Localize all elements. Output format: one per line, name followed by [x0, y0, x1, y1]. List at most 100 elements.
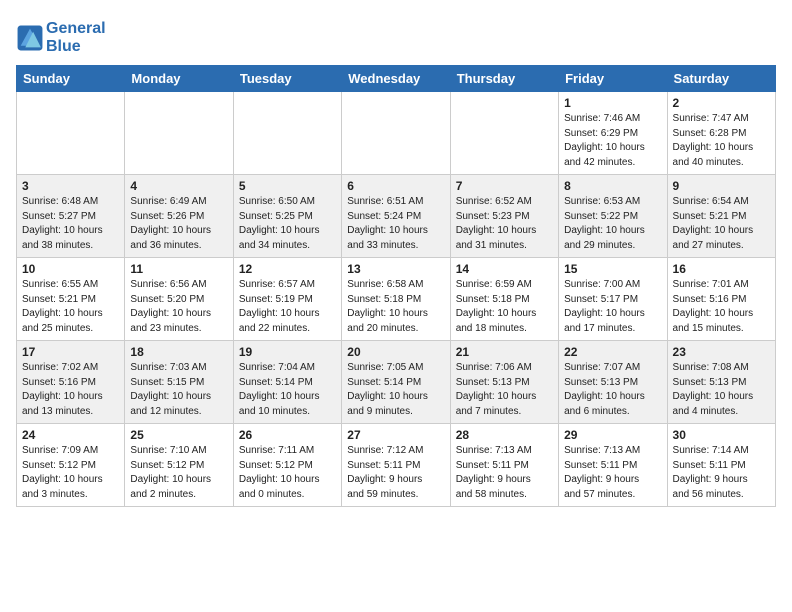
- day-info: Sunrise: 7:10 AM Sunset: 5:12 PM Dayligh…: [130, 444, 227, 502]
- day-info: Sunrise: 6:52 AM Sunset: 5:23 PM Dayligh…: [456, 195, 553, 253]
- day-number: 20: [347, 345, 444, 359]
- calendar-cell: [342, 92, 450, 175]
- calendar-cell: 12 Sunrise: 6:57 AM Sunset: 5:19 PM Dayli…: [233, 258, 341, 341]
- day-info: Sunrise: 7:03 AM Sunset: 5:15 PM Dayligh…: [130, 361, 227, 419]
- calendar-cell: 10 Sunrise: 6:55 AM Sunset: 5:21 PM Dayli…: [17, 258, 125, 341]
- calendar-cell: 29 Sunrise: 7:13 AM Sunset: 5:11 PM Dayli…: [559, 424, 667, 507]
- day-number: 28: [456, 428, 553, 442]
- day-number: 6: [347, 179, 444, 193]
- calendar-cell: 8Sunrise: 6:53 AM Sunset: 5:22 PM Daylig…: [559, 175, 667, 258]
- day-info: Sunrise: 6:56 AM Sunset: 5:20 PM Dayligh…: [130, 278, 227, 336]
- day-number: 30: [673, 428, 770, 442]
- calendar-cell: 2 Sunrise: 7:47 AM Sunset: 6:28 PM Daylig…: [667, 92, 775, 175]
- calendar-header-monday: Monday: [125, 66, 233, 92]
- day-number: 21: [456, 345, 553, 359]
- calendar-cell: 14Sunrise: 6:59 AM Sunset: 5:18 PM Dayli…: [450, 258, 558, 341]
- day-number: 7: [456, 179, 553, 193]
- day-info: Sunrise: 7:00 AM Sunset: 5:17 PM Dayligh…: [564, 278, 661, 336]
- calendar-cell: [125, 92, 233, 175]
- calendar-cell: 11 Sunrise: 6:56 AM Sunset: 5:20 PM Dayli…: [125, 258, 233, 341]
- day-number: 27: [347, 428, 444, 442]
- day-info: Sunrise: 7:47 AM Sunset: 6:28 PM Dayligh…: [673, 112, 770, 170]
- calendar-cell: 24 Sunrise: 7:09 AM Sunset: 5:12 PM Dayli…: [17, 424, 125, 507]
- day-info: Sunrise: 7:08 AM Sunset: 5:13 PM Dayligh…: [673, 361, 770, 419]
- calendar-cell: 1 Sunrise: 7:46 AM Sunset: 6:29 PM Daylig…: [559, 92, 667, 175]
- day-number: 22: [564, 345, 661, 359]
- logo-icon: [16, 24, 44, 52]
- calendar-cell: 4 Sunrise: 6:49 AM Sunset: 5:26 PM Daylig…: [125, 175, 233, 258]
- calendar-cell: 21 Sunrise: 7:06 AM Sunset: 5:13 PM Dayli…: [450, 341, 558, 424]
- calendar-week-4: 17 Sunrise: 7:02 AM Sunset: 5:16 PM Dayli…: [17, 341, 776, 424]
- day-info: Sunrise: 7:11 AM Sunset: 5:12 PM Dayligh…: [239, 444, 336, 502]
- calendar-cell: 30 Sunrise: 7:14 AM Sunset: 5:11 PM Dayli…: [667, 424, 775, 507]
- day-number: 2: [673, 96, 770, 110]
- day-number: 26: [239, 428, 336, 442]
- day-number: 17: [22, 345, 119, 359]
- day-number: 5: [239, 179, 336, 193]
- calendar-cell: 23 Sunrise: 7:08 AM Sunset: 5:13 PM Dayli…: [667, 341, 775, 424]
- day-number: 25: [130, 428, 227, 442]
- day-number: 19: [239, 345, 336, 359]
- calendar-cell: 15 Sunrise: 7:00 AM Sunset: 5:17 PM Dayli…: [559, 258, 667, 341]
- day-info: Sunrise: 7:46 AM Sunset: 6:29 PM Dayligh…: [564, 112, 661, 170]
- day-info: Sunrise: 7:14 AM Sunset: 5:11 PM Dayligh…: [673, 444, 770, 502]
- day-number: 10: [22, 262, 119, 276]
- calendar-cell: 16Sunrise: 7:01 AM Sunset: 5:16 PM Dayli…: [667, 258, 775, 341]
- day-info: Sunrise: 7:13 AM Sunset: 5:11 PM Dayligh…: [564, 444, 661, 502]
- day-info: Sunrise: 7:05 AM Sunset: 5:14 PM Dayligh…: [347, 361, 444, 419]
- day-info: Sunrise: 7:09 AM Sunset: 5:12 PM Dayligh…: [22, 444, 119, 502]
- calendar-cell: [233, 92, 341, 175]
- day-info: Sunrise: 6:48 AM Sunset: 5:27 PM Dayligh…: [22, 195, 119, 253]
- day-info: Sunrise: 6:50 AM Sunset: 5:25 PM Dayligh…: [239, 195, 336, 253]
- calendar-week-1: 1 Sunrise: 7:46 AM Sunset: 6:29 PM Daylig…: [17, 92, 776, 175]
- day-number: 15: [564, 262, 661, 276]
- calendar-header-wednesday: Wednesday: [342, 66, 450, 92]
- day-info: Sunrise: 6:54 AM Sunset: 5:21 PM Dayligh…: [673, 195, 770, 253]
- calendar-header-thursday: Thursday: [450, 66, 558, 92]
- calendar-cell: 5 Sunrise: 6:50 AM Sunset: 5:25 PM Daylig…: [233, 175, 341, 258]
- calendar-header-row: SundayMondayTuesdayWednesdayThursdayFrid…: [17, 66, 776, 92]
- calendar-container: General Blue SundayMondayTuesdayWednesda…: [0, 0, 792, 515]
- calendar-cell: [450, 92, 558, 175]
- calendar-table: SundayMondayTuesdayWednesdayThursdayFrid…: [16, 65, 776, 507]
- header: General Blue: [16, 16, 776, 55]
- logo-line1: General: [46, 20, 106, 38]
- day-info: Sunrise: 7:04 AM Sunset: 5:14 PM Dayligh…: [239, 361, 336, 419]
- calendar-cell: 19 Sunrise: 7:04 AM Sunset: 5:14 PM Dayli…: [233, 341, 341, 424]
- day-number: 1: [564, 96, 661, 110]
- day-info: Sunrise: 6:57 AM Sunset: 5:19 PM Dayligh…: [239, 278, 336, 336]
- calendar-week-3: 10 Sunrise: 6:55 AM Sunset: 5:21 PM Dayli…: [17, 258, 776, 341]
- day-info: Sunrise: 6:49 AM Sunset: 5:26 PM Dayligh…: [130, 195, 227, 253]
- day-info: Sunrise: 7:13 AM Sunset: 5:11 PM Dayligh…: [456, 444, 553, 502]
- day-number: 9: [673, 179, 770, 193]
- day-number: 13: [347, 262, 444, 276]
- calendar-week-5: 24 Sunrise: 7:09 AM Sunset: 5:12 PM Dayli…: [17, 424, 776, 507]
- day-info: Sunrise: 7:02 AM Sunset: 5:16 PM Dayligh…: [22, 361, 119, 419]
- calendar-cell: 17 Sunrise: 7:02 AM Sunset: 5:16 PM Dayli…: [17, 341, 125, 424]
- calendar-cell: 3 Sunrise: 6:48 AM Sunset: 5:27 PM Daylig…: [17, 175, 125, 258]
- day-number: 3: [22, 179, 119, 193]
- day-number: 24: [22, 428, 119, 442]
- day-info: Sunrise: 6:58 AM Sunset: 5:18 PM Dayligh…: [347, 278, 444, 336]
- day-number: 23: [673, 345, 770, 359]
- day-info: Sunrise: 6:51 AM Sunset: 5:24 PM Dayligh…: [347, 195, 444, 253]
- calendar-cell: 28 Sunrise: 7:13 AM Sunset: 5:11 PM Dayli…: [450, 424, 558, 507]
- day-info: Sunrise: 6:59 AM Sunset: 5:18 PM Dayligh…: [456, 278, 553, 336]
- calendar-cell: 25 Sunrise: 7:10 AM Sunset: 5:12 PM Dayli…: [125, 424, 233, 507]
- calendar-cell: [17, 92, 125, 175]
- day-number: 4: [130, 179, 227, 193]
- day-info: Sunrise: 7:06 AM Sunset: 5:13 PM Dayligh…: [456, 361, 553, 419]
- calendar-cell: 6 Sunrise: 6:51 AM Sunset: 5:24 PM Daylig…: [342, 175, 450, 258]
- day-number: 29: [564, 428, 661, 442]
- calendar-cell: 26 Sunrise: 7:11 AM Sunset: 5:12 PM Dayli…: [233, 424, 341, 507]
- day-number: 12: [239, 262, 336, 276]
- day-number: 8: [564, 179, 661, 193]
- logo-line2: Blue: [46, 38, 106, 56]
- day-info: Sunrise: 6:55 AM Sunset: 5:21 PM Dayligh…: [22, 278, 119, 336]
- day-info: Sunrise: 7:01 AM Sunset: 5:16 PM Dayligh…: [673, 278, 770, 336]
- calendar-header-saturday: Saturday: [667, 66, 775, 92]
- calendar-cell: 7 Sunrise: 6:52 AM Sunset: 5:23 PM Daylig…: [450, 175, 558, 258]
- day-info: Sunrise: 7:12 AM Sunset: 5:11 PM Dayligh…: [347, 444, 444, 502]
- calendar-week-2: 3 Sunrise: 6:48 AM Sunset: 5:27 PM Daylig…: [17, 175, 776, 258]
- day-number: 11: [130, 262, 227, 276]
